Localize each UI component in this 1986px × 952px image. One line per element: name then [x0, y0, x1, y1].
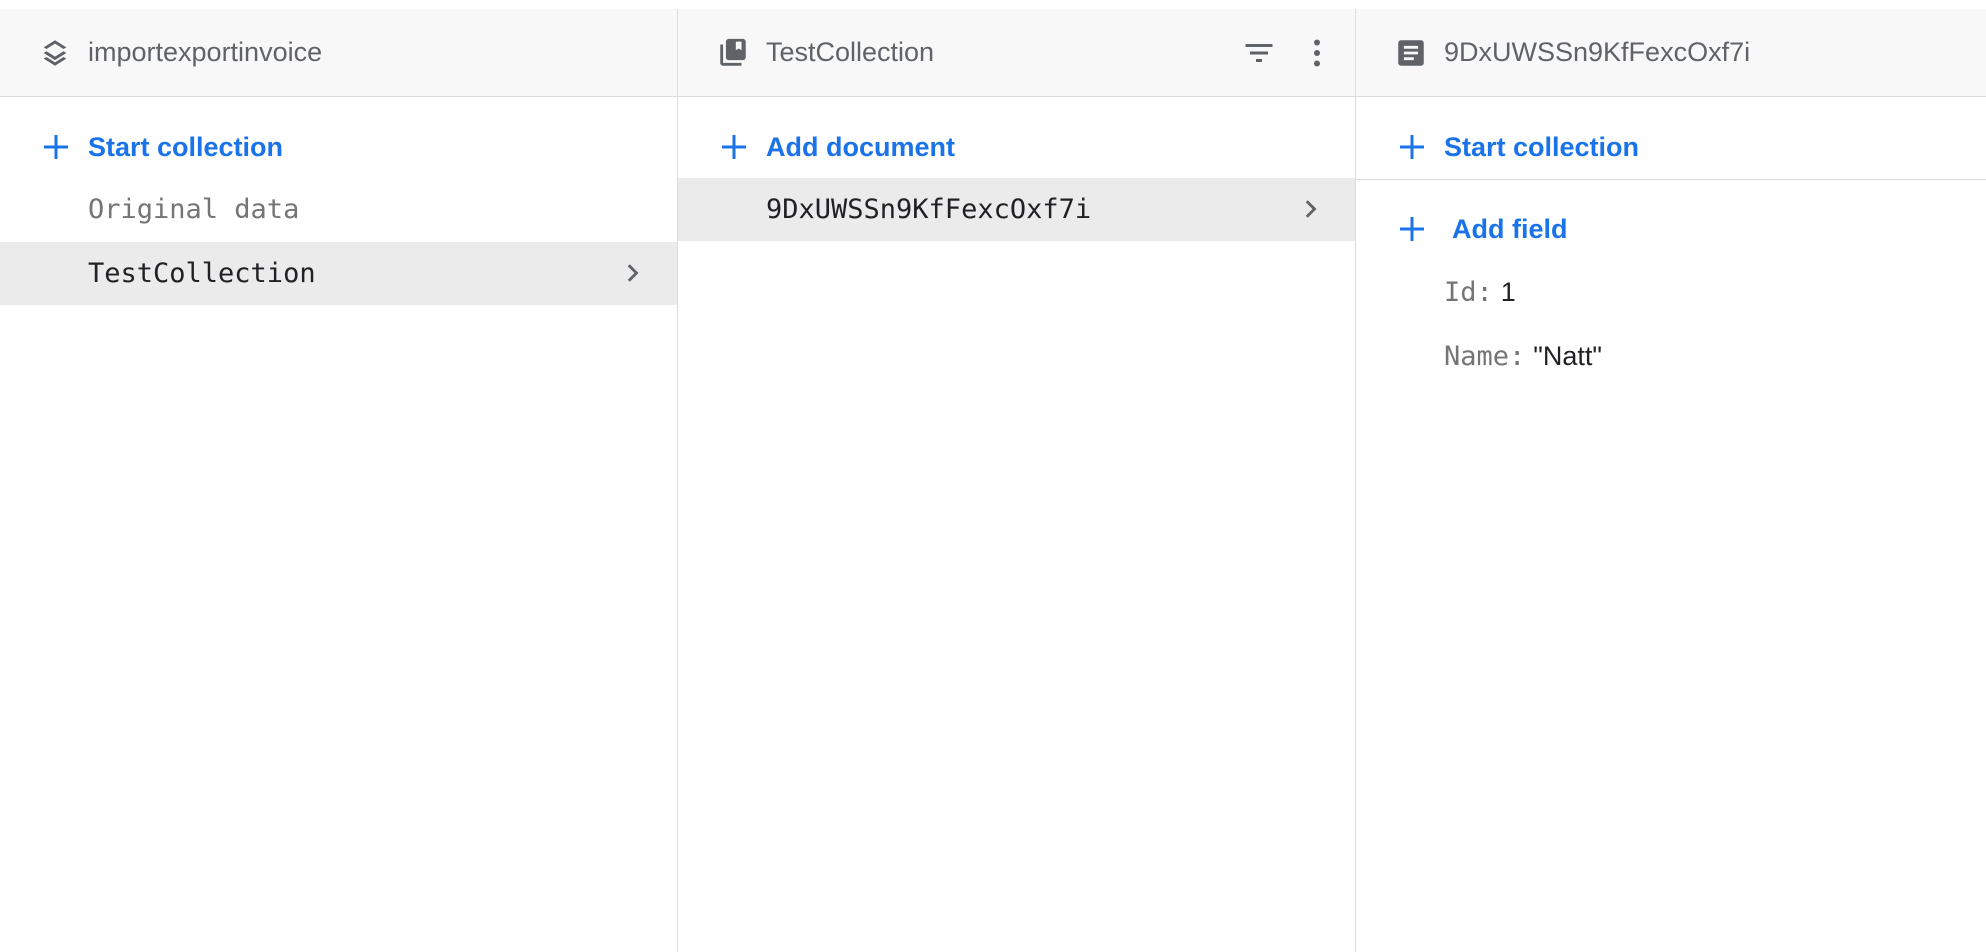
plus-icon	[1400, 217, 1424, 241]
more-options-button[interactable]	[1297, 33, 1337, 73]
root-panel-header: importexportinvoice	[0, 9, 677, 97]
add-field-button[interactable]: Add field	[1356, 189, 1986, 269]
collection-item-testcollection[interactable]: TestCollection	[0, 242, 677, 305]
add-document-button[interactable]: Add document	[678, 107, 1355, 187]
start-subcollection-button[interactable]: Start collection	[1356, 107, 1986, 187]
document-panel-header: 9DxUWSSn9KfFexcOxf7i	[1356, 9, 1986, 97]
start-collection-label: Start collection	[88, 132, 284, 162]
start-collection-button[interactable]: Start collection	[0, 107, 677, 187]
root-panel: importexportinvoice Start collection Ori…	[0, 9, 678, 952]
field-row-id[interactable]: Id: 1	[1444, 272, 1516, 312]
field-key: Name:	[1444, 341, 1526, 372]
collection-item-label: TestCollection	[88, 258, 316, 289]
plus-icon	[722, 135, 746, 159]
collection-panel: TestCollection Add document 9DxUWSSn9KfF…	[678, 9, 1356, 952]
document-panel-title: 9DxUWSSn9KfFexcOxf7i	[1444, 37, 1751, 67]
collection-item-label: Original data	[88, 194, 300, 225]
more-vert-icon	[1314, 39, 1320, 67]
add-field-label: Add field	[1452, 214, 1568, 244]
collection-panel-title: TestCollection	[766, 37, 935, 67]
field-key: Id:	[1444, 277, 1493, 308]
document-divider	[1356, 179, 1986, 180]
collection-item-original-data[interactable]: Original data	[0, 178, 677, 241]
document-icon	[1398, 40, 1424, 66]
add-document-label: Add document	[766, 132, 955, 162]
plus-icon	[44, 135, 68, 159]
filter-icon	[1245, 44, 1273, 62]
collection-panel-header: TestCollection	[678, 9, 1355, 97]
chevron-right-icon	[1305, 200, 1317, 218]
chevron-right-icon	[627, 264, 639, 282]
document-item-label: 9DxUWSSn9KfFexcOxf7i	[766, 194, 1092, 225]
plus-icon	[1400, 135, 1424, 159]
field-value: 1	[1500, 277, 1516, 307]
field-row-name[interactable]: Name: "Natt"	[1444, 336, 1602, 376]
layers-icon	[43, 40, 67, 66]
field-value: "Natt"	[1533, 341, 1602, 371]
collection-icon	[720, 38, 746, 66]
document-item[interactable]: 9DxUWSSn9KfFexcOxf7i	[678, 178, 1355, 241]
collection-header-actions	[1239, 33, 1337, 73]
start-subcollection-label: Start collection	[1444, 132, 1640, 162]
filter-button[interactable]	[1239, 33, 1279, 73]
root-panel-title: importexportinvoice	[88, 37, 323, 67]
document-panel: 9DxUWSSn9KfFexcOxf7i Start collection Ad…	[1356, 9, 1986, 952]
